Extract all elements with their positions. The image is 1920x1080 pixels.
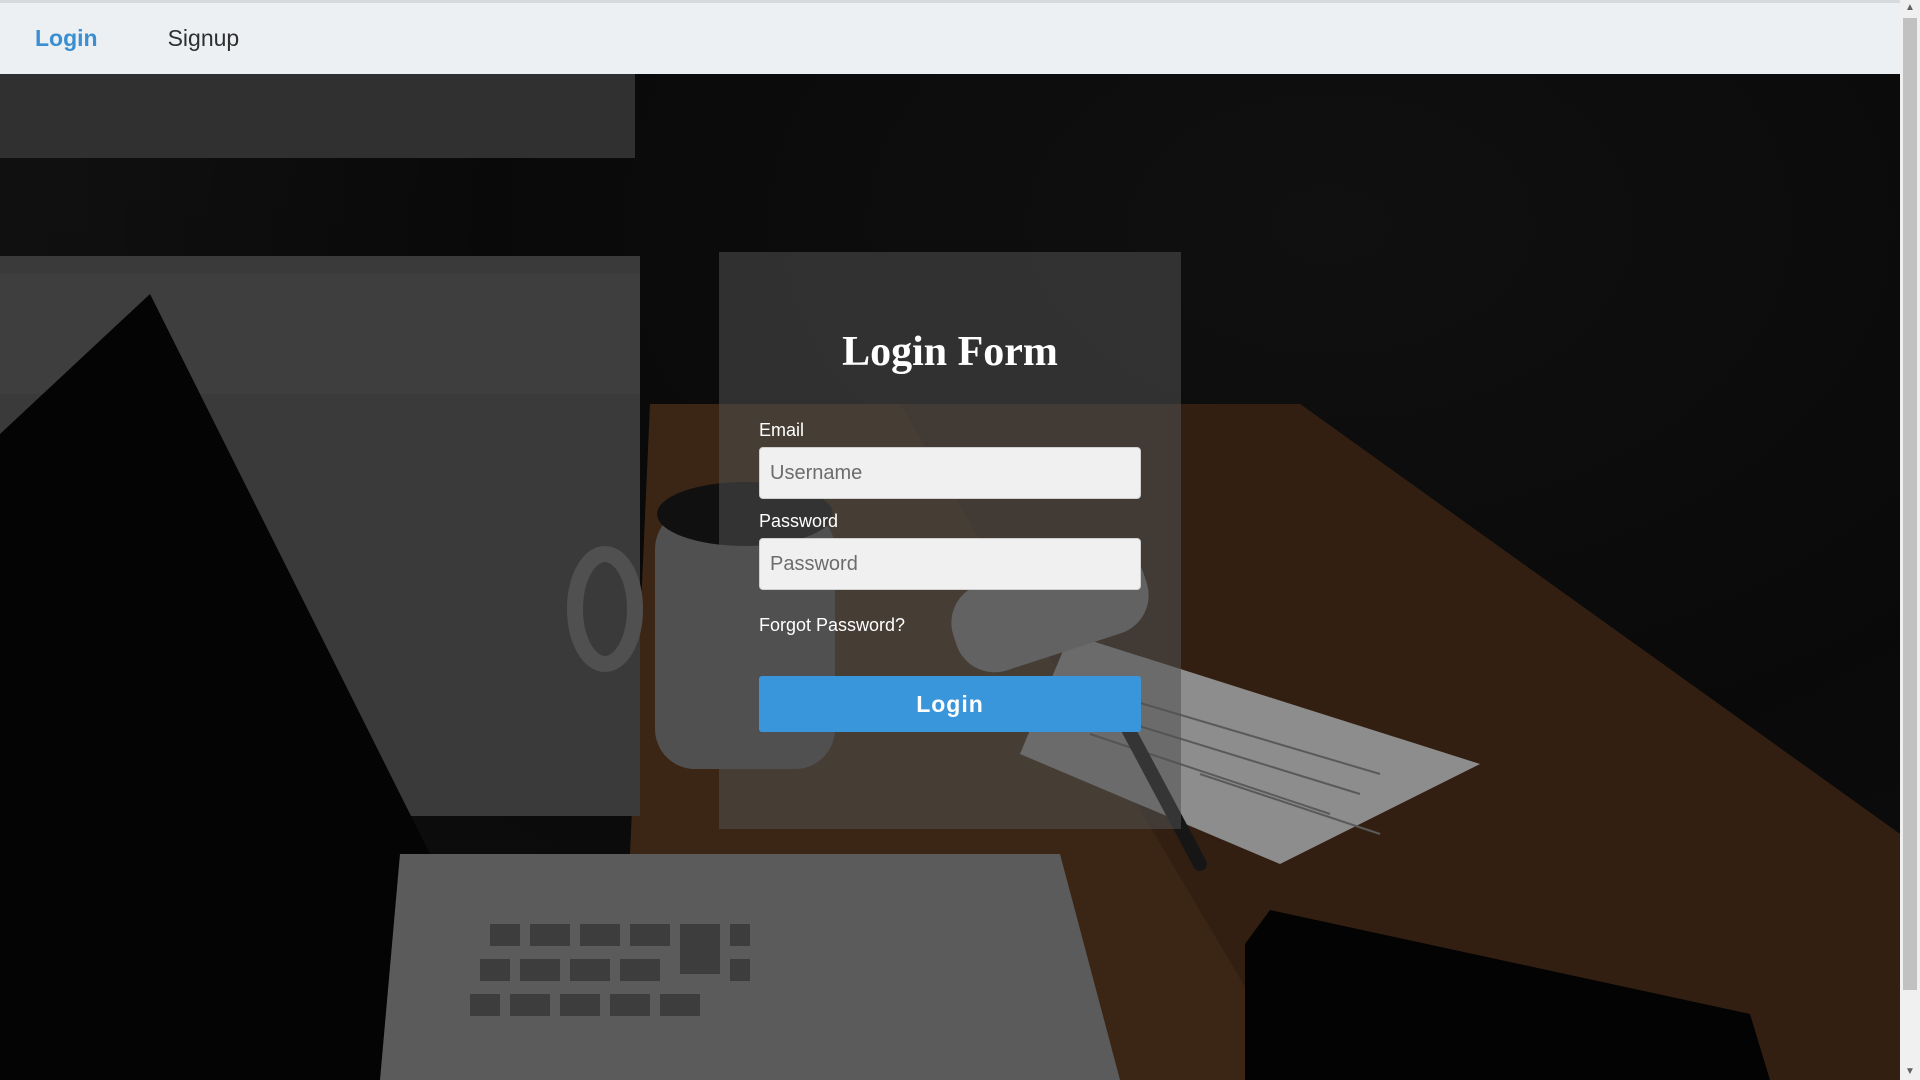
scroll-down-arrow-icon[interactable]: ▼ bbox=[1900, 1064, 1920, 1080]
password-input[interactable] bbox=[759, 538, 1141, 590]
login-submit-button[interactable]: Login bbox=[759, 676, 1141, 732]
password-label: Password bbox=[759, 511, 839, 531]
email-input[interactable] bbox=[759, 447, 1141, 499]
background-photo: Login Form Email Password Forgot Passwor… bbox=[0, 74, 1900, 1080]
nav-login-link[interactable]: Login bbox=[35, 25, 98, 52]
scroll-thumb[interactable] bbox=[1903, 18, 1917, 990]
top-navbar: Login Signup bbox=[0, 0, 1900, 74]
scroll-up-arrow-icon[interactable]: ▲ bbox=[1900, 0, 1920, 16]
forgot-password-link[interactable]: Forgot Password? bbox=[759, 615, 1141, 636]
vertical-scrollbar[interactable]: ▲ ▼ bbox=[1900, 0, 1920, 1080]
nav-signup-link[interactable]: Signup bbox=[168, 25, 240, 52]
login-form-card: Login Form Email Password Forgot Passwor… bbox=[719, 252, 1181, 829]
form-title: Login Form bbox=[842, 329, 1058, 375]
email-label: Email bbox=[759, 420, 805, 440]
